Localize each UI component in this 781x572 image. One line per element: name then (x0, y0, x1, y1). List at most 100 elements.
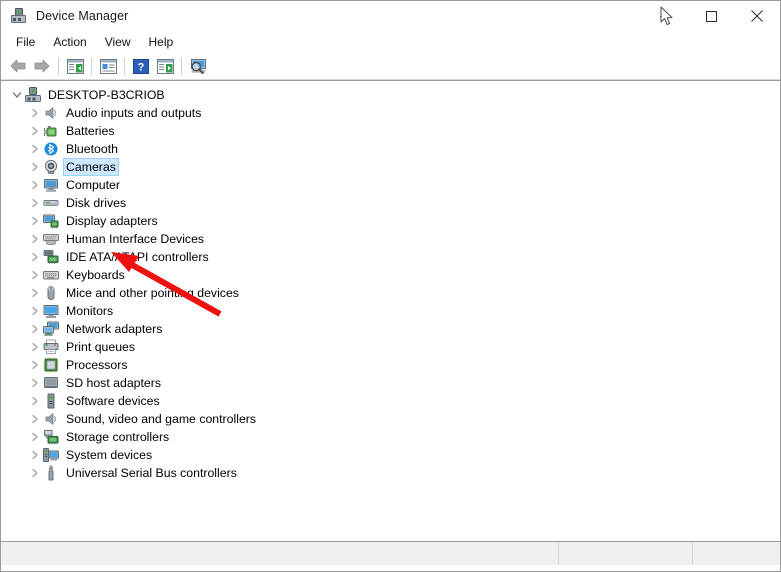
chevron-right-icon[interactable] (27, 447, 43, 463)
chevron-right-icon[interactable] (27, 357, 43, 373)
device-tree-panel[interactable]: DESKTOP-B3CRIOB Audio inputs and outputs (1, 80, 780, 542)
tree-item-network-adapters[interactable]: Network adapters (1, 320, 780, 338)
tree-item-storage-controllers[interactable]: Storage controllers (1, 428, 780, 446)
tree-item-label: SD host adapters (66, 376, 162, 390)
update-driver-button[interactable] (153, 55, 177, 77)
chevron-right-icon[interactable] (27, 321, 43, 337)
back-arrow-icon (10, 59, 26, 73)
tree-item-audio-inputs-and-outputs[interactable]: Audio inputs and outputs (1, 104, 780, 122)
tree-item-system-devices[interactable]: System devices (1, 446, 780, 464)
tree-item-ide-ata-atapi-controllers[interactable]: IDE ATA/ATAPI controllers (1, 248, 780, 266)
chevron-right-icon[interactable] (27, 105, 43, 121)
tree-item-monitors[interactable]: Monitors (1, 302, 780, 320)
chevron-right-icon[interactable] (27, 249, 43, 265)
tree-item-label: Processors (66, 358, 128, 372)
tree-item-batteries[interactable]: Batteries (1, 122, 780, 140)
toolbar-separator-2 (91, 57, 92, 75)
tree-item-human-interface-devices[interactable]: Human Interface Devices (1, 230, 780, 248)
back-button[interactable] (6, 55, 30, 77)
title-bar: Device Manager (1, 1, 780, 31)
toolbar-separator-1 (58, 57, 59, 75)
tree-item-label: Batteries (66, 124, 115, 138)
network-adapter-icon (43, 321, 59, 337)
tree-item-label: Universal Serial Bus controllers (66, 466, 237, 480)
properties-button[interactable] (96, 55, 120, 77)
menu-view[interactable]: View (96, 34, 140, 50)
help-button[interactable]: ? (129, 55, 153, 77)
chevron-right-icon[interactable] (27, 339, 43, 355)
close-icon (751, 10, 763, 22)
maximize-icon (705, 10, 717, 22)
tree-item-root[interactable]: DESKTOP-B3CRIOB (1, 86, 780, 104)
menu-action[interactable]: Action (44, 34, 95, 50)
minimize-icon (659, 15, 671, 17)
tree-item-label: System devices (66, 448, 153, 462)
tree-item-cameras[interactable]: Cameras (1, 158, 780, 176)
computer-root-icon (25, 87, 41, 103)
chevron-right-icon[interactable] (27, 429, 43, 445)
processor-icon (43, 357, 59, 373)
tree-item-disk-drives[interactable]: Disk drives (1, 194, 780, 212)
properties-icon (99, 58, 117, 74)
forward-button[interactable] (30, 55, 54, 77)
tree-item-label: Mice and other pointing devices (66, 286, 239, 300)
window-controls (642, 1, 780, 31)
device-manager-window: Device Manager File Action View Help ? D… (0, 0, 781, 572)
scan-hardware-icon (190, 59, 206, 74)
scan-for-hardware-changes-button[interactable] (186, 55, 210, 77)
show-hide-console-tree-button[interactable] (63, 55, 87, 77)
tree-item-bluetooth[interactable]: Bluetooth (1, 140, 780, 158)
chevron-right-icon[interactable] (27, 123, 43, 139)
tree-item-sound-video-and-game-controllers[interactable]: Sound, video and game controllers (1, 410, 780, 428)
tree-item-label: Monitors (66, 304, 114, 318)
tree-item-sd-host-adapters[interactable]: SD host adapters (1, 374, 780, 392)
tree-item-computer[interactable]: Computer (1, 176, 780, 194)
tree-item-mice-and-other-pointing-devices[interactable]: Mice and other pointing devices (1, 284, 780, 302)
tree-item-label: Human Interface Devices (66, 232, 205, 246)
toolbar-separator-4 (181, 57, 182, 75)
minimize-button[interactable] (642, 1, 688, 31)
tree-item-universal-serial-bus-controllers[interactable]: Universal Serial Bus controllers (1, 464, 780, 482)
tree-item-label: Keyboards (66, 268, 125, 282)
chevron-right-icon[interactable] (27, 303, 43, 319)
device-tree: DESKTOP-B3CRIOB Audio inputs and outputs (1, 81, 780, 482)
tree-item-label: Network adapters (66, 322, 163, 336)
chevron-right-icon[interactable] (27, 231, 43, 247)
menu-file[interactable]: File (7, 34, 44, 50)
tree-item-label: Print queues (66, 340, 136, 354)
menu-help[interactable]: Help (140, 34, 183, 50)
chevron-right-icon[interactable] (27, 177, 43, 193)
maximize-button[interactable] (688, 1, 734, 31)
tree-item-processors[interactable]: Processors (1, 356, 780, 374)
status-pane-secondary (559, 542, 693, 565)
battery-icon (43, 123, 59, 139)
menu-bar: File Action View Help (1, 31, 780, 53)
tree-item-print-queues[interactable]: Print queues (1, 338, 780, 356)
chevron-right-icon[interactable] (27, 267, 43, 283)
close-button[interactable] (734, 1, 780, 31)
disk-drive-icon (43, 195, 59, 211)
mouse-icon (43, 285, 59, 301)
status-bar (1, 542, 780, 565)
tree-item-label: Software devices (66, 394, 160, 408)
monitor-screen-icon (43, 303, 59, 319)
chevron-right-icon[interactable] (27, 285, 43, 301)
chevron-right-icon[interactable] (27, 411, 43, 427)
storage-controller-icon (43, 429, 59, 445)
tree-item-display-adapters[interactable]: Display adapters (1, 212, 780, 230)
chevron-right-icon[interactable] (27, 465, 43, 481)
tree-item-label: Sound, video and game controllers (66, 412, 257, 426)
chevron-right-icon[interactable] (27, 375, 43, 391)
chevron-right-icon[interactable] (27, 141, 43, 157)
tree-item-label: Storage controllers (66, 430, 170, 444)
chevron-right-icon[interactable] (27, 159, 43, 175)
tree-item-keyboards[interactable]: Keyboards (1, 266, 780, 284)
tree-item-label: Cameras (63, 158, 119, 176)
tree-item-label: Display adapters (66, 214, 158, 228)
chevron-right-icon[interactable] (27, 393, 43, 409)
tree-item-software-devices[interactable]: Software devices (1, 392, 780, 410)
bluetooth-icon (43, 141, 59, 157)
chevron-right-icon[interactable] (27, 213, 43, 229)
chevron-down-icon[interactable] (9, 87, 25, 103)
chevron-right-icon[interactable] (27, 195, 43, 211)
